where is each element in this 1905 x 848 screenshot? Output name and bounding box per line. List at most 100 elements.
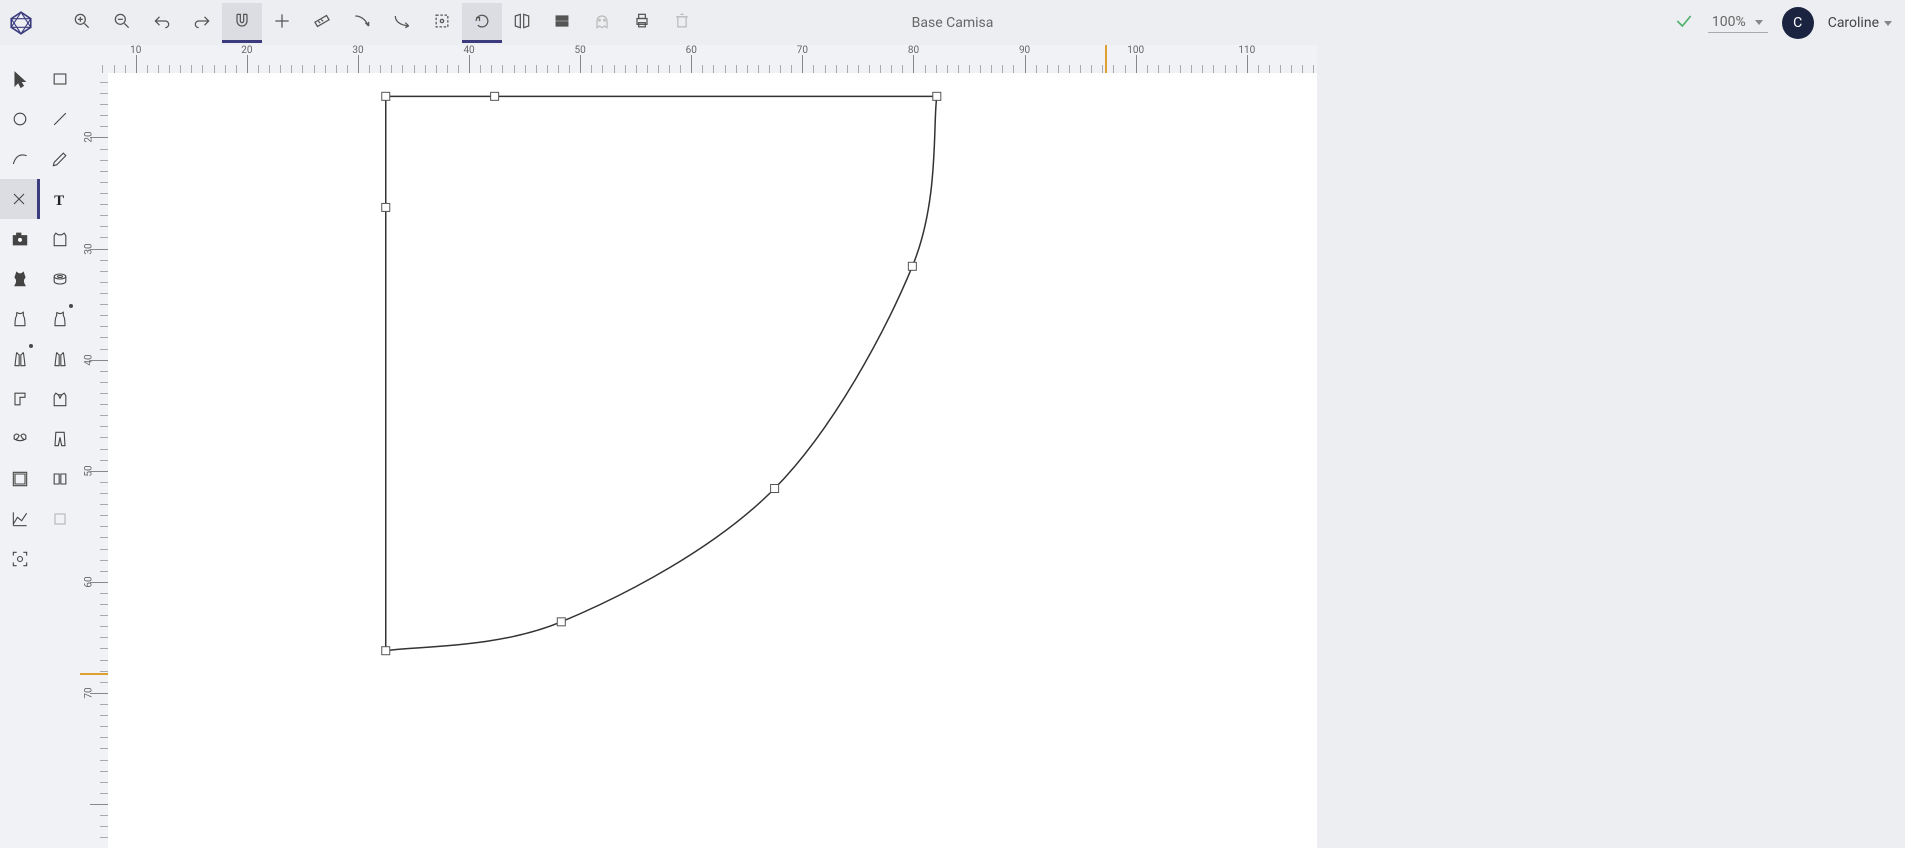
ruler-label: 70 bbox=[797, 45, 808, 56]
ruler-label: 110 bbox=[1238, 45, 1255, 56]
garment-outline-icon bbox=[50, 229, 70, 249]
pants-tool[interactable] bbox=[40, 419, 80, 459]
text-icon: T bbox=[50, 189, 70, 209]
shape-handle[interactable] bbox=[557, 618, 565, 626]
shape-handle[interactable] bbox=[382, 92, 390, 100]
export-tool[interactable] bbox=[40, 499, 80, 539]
zoom-in-button[interactable] bbox=[62, 3, 102, 43]
bodice-tool[interactable] bbox=[0, 259, 40, 299]
right-panel-area bbox=[1317, 45, 1905, 848]
curve2-button[interactable] bbox=[382, 3, 422, 43]
vertical-ruler: 203040506070 bbox=[80, 73, 108, 848]
bra-tool[interactable] bbox=[0, 419, 40, 459]
line-icon bbox=[50, 109, 70, 129]
close-shape-tool[interactable] bbox=[0, 179, 40, 219]
ruler-label: 20 bbox=[84, 128, 95, 146]
shape-handle[interactable] bbox=[382, 203, 390, 211]
tape-tool[interactable] bbox=[40, 259, 80, 299]
pants-icon bbox=[50, 429, 70, 449]
grade-tool[interactable] bbox=[0, 459, 40, 499]
user-avatar[interactable]: C bbox=[1782, 7, 1814, 39]
pencil-tool[interactable] bbox=[40, 139, 80, 179]
pattern-shape[interactable] bbox=[386, 96, 937, 650]
add-point-button[interactable] bbox=[262, 3, 302, 43]
curve-out-icon bbox=[392, 11, 412, 31]
circle-tool[interactable] bbox=[0, 99, 40, 139]
print-button[interactable] bbox=[622, 3, 662, 43]
pointer-icon bbox=[10, 69, 30, 89]
shape-handle[interactable] bbox=[933, 92, 941, 100]
curve1-button[interactable] bbox=[342, 3, 382, 43]
vest-icon bbox=[10, 349, 30, 369]
shirt2-tool[interactable] bbox=[40, 299, 80, 339]
undo-button[interactable] bbox=[142, 3, 182, 43]
x-icon bbox=[9, 189, 29, 209]
zoom-out-icon bbox=[112, 11, 132, 31]
shape-handle[interactable] bbox=[771, 485, 779, 493]
ghost-button[interactable] bbox=[582, 3, 622, 43]
select-tool[interactable] bbox=[0, 59, 40, 99]
chart-icon bbox=[10, 509, 30, 529]
app-logo[interactable] bbox=[8, 10, 34, 36]
snap-button[interactable] bbox=[222, 3, 262, 43]
refresh-button[interactable] bbox=[462, 3, 502, 43]
drawing-canvas[interactable] bbox=[108, 73, 1317, 848]
toolbar-buttons bbox=[62, 3, 702, 43]
document-title[interactable]: Base Camisa bbox=[912, 15, 994, 31]
camera-tool[interactable] bbox=[0, 219, 40, 259]
curve-tool[interactable] bbox=[0, 139, 40, 179]
ruler-label: 50 bbox=[575, 45, 586, 56]
app-root: Base Camisa 100% C Caroline T bbox=[0, 0, 1905, 848]
svg-text:T: T bbox=[54, 193, 64, 209]
rectangle-icon bbox=[50, 69, 70, 89]
chart-tool[interactable] bbox=[0, 499, 40, 539]
ghost-icon bbox=[592, 11, 612, 31]
shirt1-tool[interactable] bbox=[0, 299, 40, 339]
layout-tool[interactable] bbox=[40, 459, 80, 499]
magnet-icon bbox=[232, 11, 252, 31]
shape-handle[interactable] bbox=[382, 647, 390, 655]
line-tool[interactable] bbox=[40, 99, 80, 139]
delete-button[interactable] bbox=[662, 3, 702, 43]
circle-icon bbox=[10, 109, 30, 129]
indicator-dot bbox=[29, 344, 33, 348]
ruler-label: 20 bbox=[241, 45, 252, 56]
collar-icon bbox=[50, 389, 70, 409]
shape-handle[interactable] bbox=[491, 92, 499, 100]
scan-icon bbox=[10, 549, 30, 569]
garment-outline-tool[interactable] bbox=[40, 219, 80, 259]
undo-icon bbox=[152, 11, 172, 31]
redo-icon bbox=[192, 11, 212, 31]
tape-icon bbox=[50, 269, 70, 289]
measure-button[interactable] bbox=[302, 3, 342, 43]
collar-tool[interactable] bbox=[40, 379, 80, 419]
trash-icon bbox=[672, 11, 692, 31]
pencil-icon bbox=[50, 149, 70, 169]
redo-button[interactable] bbox=[182, 3, 222, 43]
layers-button[interactable] bbox=[542, 3, 582, 43]
mirror-button[interactable] bbox=[502, 3, 542, 43]
shape-handle[interactable] bbox=[908, 262, 916, 270]
ruler-label: 40 bbox=[463, 45, 474, 56]
scan-tool[interactable] bbox=[0, 539, 40, 579]
select-area-button[interactable] bbox=[422, 3, 462, 43]
tank-icon bbox=[10, 309, 30, 329]
sleeve-tool[interactable] bbox=[0, 379, 40, 419]
left-toolbar: T bbox=[0, 45, 80, 848]
shirt3-tool[interactable] bbox=[0, 339, 40, 379]
logo-icon bbox=[8, 10, 34, 36]
zoom-dropdown[interactable]: 100% bbox=[1708, 12, 1768, 33]
rectangle-tool[interactable] bbox=[40, 59, 80, 99]
h-cursor-indicator bbox=[1105, 45, 1107, 73]
ruler-label: 30 bbox=[84, 240, 95, 258]
zoom-out-button[interactable] bbox=[102, 3, 142, 43]
mirror-icon bbox=[512, 11, 532, 31]
text-tool[interactable]: T bbox=[40, 179, 80, 219]
user-menu[interactable]: Caroline bbox=[1828, 15, 1893, 31]
refresh-icon bbox=[472, 11, 492, 31]
zoom-value: 100% bbox=[1712, 14, 1746, 30]
sleeve-icon bbox=[10, 389, 30, 409]
ruler-label: 10 bbox=[130, 45, 141, 56]
indicator-dot bbox=[69, 304, 73, 308]
shirt4-tool[interactable] bbox=[40, 339, 80, 379]
